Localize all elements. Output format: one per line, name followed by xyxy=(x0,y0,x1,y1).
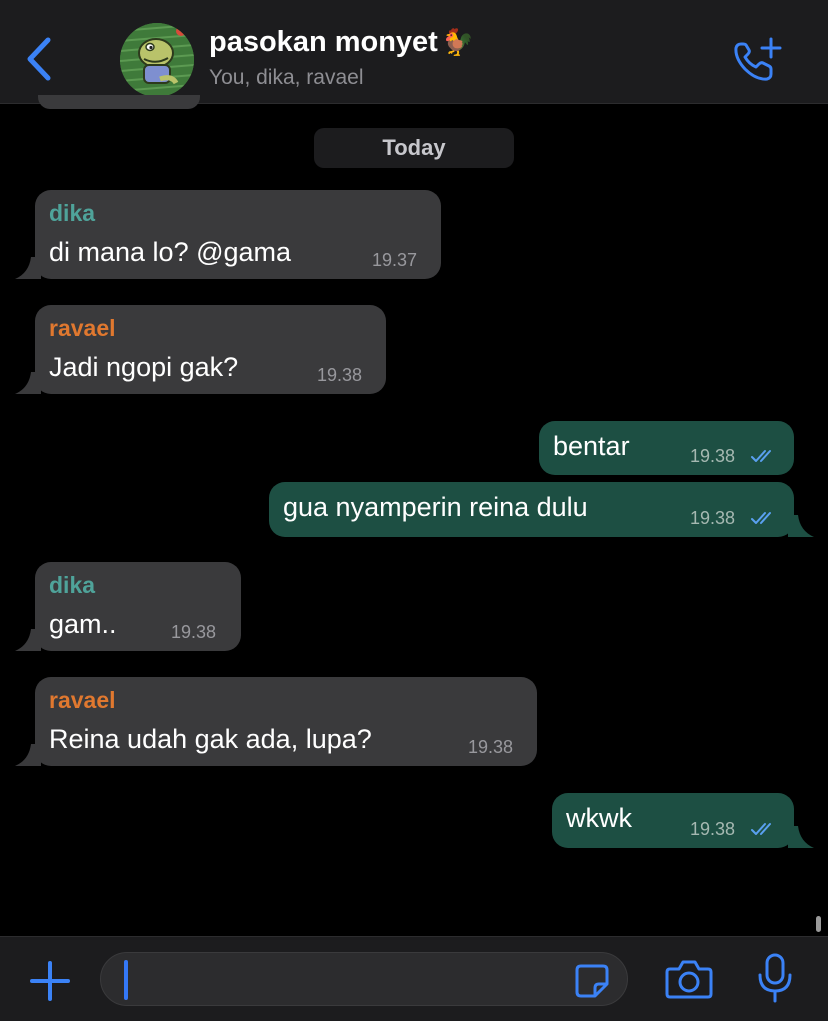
participants-list: You, dika, ravael xyxy=(209,66,364,89)
date-separator: Today xyxy=(314,128,514,168)
incoming-message[interactable]: ravael Reina udah gak ada, lupa? 19.38 xyxy=(15,677,537,766)
bubble-tail xyxy=(788,515,814,537)
message-input-box[interactable] xyxy=(100,952,628,1006)
bubble-tail xyxy=(788,826,814,848)
bubble-tail xyxy=(15,744,41,766)
camera-icon[interactable] xyxy=(664,957,714,1001)
outgoing-message[interactable]: gua nyamperin reina dulu 19.38 xyxy=(269,482,814,537)
message-input[interactable] xyxy=(127,961,561,999)
microphone-icon[interactable] xyxy=(756,953,794,1005)
sticker-icon[interactable] xyxy=(573,962,611,1000)
message-time: 19.38 xyxy=(468,737,514,757)
group-avatar[interactable] xyxy=(120,23,194,97)
frog-avatar-image xyxy=(120,23,194,97)
message-time: 19.38 xyxy=(690,508,736,528)
message-time: 19.38 xyxy=(690,819,736,839)
bubble-tail xyxy=(15,257,41,279)
chat-title[interactable]: pasokan monyet 🐓 xyxy=(209,26,474,59)
message-text: wkwk xyxy=(566,803,632,833)
message-time: 19.38 xyxy=(171,622,217,642)
message-text: bentar xyxy=(553,431,630,461)
sender-name: ravael xyxy=(49,315,116,341)
rooster-emoji: 🐓 xyxy=(441,28,475,58)
double-check-icon xyxy=(751,823,771,835)
incoming-message[interactable]: dika di mana lo? @gama 19.37 xyxy=(15,190,441,279)
message-composer xyxy=(0,936,828,1021)
double-check-icon xyxy=(751,450,771,462)
scroll-indicator[interactable] xyxy=(816,916,821,932)
phone-plus-icon[interactable] xyxy=(731,36,783,84)
bubble-tail xyxy=(15,629,41,651)
plus-icon[interactable] xyxy=(28,959,72,1003)
incoming-message[interactable]: dika gam.. 19.38 xyxy=(15,562,241,651)
bubble-tail xyxy=(15,372,41,394)
sender-name: dika xyxy=(49,200,96,226)
outgoing-message[interactable]: bentar 19.38 xyxy=(539,421,794,475)
sender-name: ravael xyxy=(49,687,116,713)
message-text: Jadi ngopi gak? xyxy=(49,352,239,382)
message-text: di mana lo? @gama xyxy=(49,237,292,267)
message-time: 19.38 xyxy=(690,446,736,466)
incoming-message[interactable]: ravael Jadi ngopi gak? 19.38 xyxy=(15,305,386,394)
message-text: Reina udah gak ada, lupa? xyxy=(49,724,372,754)
sender-name: dika xyxy=(49,572,96,598)
message-time: 19.38 xyxy=(317,365,363,385)
message-text: gam.. xyxy=(49,609,117,639)
chat-header: pasokan monyet 🐓 You, dika, ravael xyxy=(0,0,828,104)
outgoing-message[interactable]: wkwk 19.38 xyxy=(552,793,814,848)
message-text: gua nyamperin reina dulu xyxy=(283,492,588,522)
previous-message-bubble xyxy=(38,95,200,109)
message-time: 19.37 xyxy=(372,250,418,270)
chevron-left-icon[interactable] xyxy=(22,36,56,82)
double-check-icon xyxy=(751,512,771,524)
